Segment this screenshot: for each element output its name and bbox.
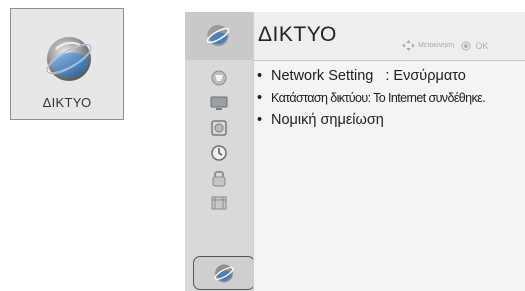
network-menu-panel: ΔΙΚΤΥΟ Μετακίνηση OK • Network Setting:… — [185, 12, 525, 291]
lock-icon — [212, 170, 226, 186]
screen: ΔΙΚΤΥΟ ΔΙΚΤΥΟ Μετακίνηση OK • Network Se… — [0, 0, 525, 291]
option-icon — [211, 196, 227, 209]
menu-item-legal-notice[interactable]: • Νομική σημείωση — [257, 112, 525, 134]
menu-content: ΔΙΚΤΥΟ Μετακίνηση OK • Network Setting:… — [253, 12, 525, 291]
picture-icon — [211, 70, 227, 85]
sidebar-item-time[interactable] — [185, 140, 253, 165]
legal-notice-label: Νομική σημείωση — [271, 112, 384, 128]
sidebar-item-network[interactable] — [193, 256, 255, 290]
menu-items: • Network Setting : Ενσύρματο • Κατάστασ… — [257, 68, 525, 134]
sidebar-item-audio[interactable] — [185, 115, 253, 140]
header-divider — [254, 60, 525, 61]
menu-item-network-setting[interactable]: • Network Setting : Ενσύρματο — [257, 68, 525, 90]
sidebar-item-picture[interactable] — [185, 65, 253, 90]
menu-sidebar — [185, 12, 255, 291]
sidebar-items — [185, 65, 253, 215]
sidebar-header — [185, 12, 253, 60]
menu-header: ΔΙΚΤΥΟ Μετακίνηση OK — [254, 12, 525, 60]
ok-hint-label: OK — [475, 40, 489, 51]
menu-item-network-status[interactable]: • Κατάσταση δικτύου: Το Internet συνδέθη… — [257, 90, 525, 112]
nav-hint: Μετακίνηση OK — [402, 40, 488, 51]
ok-button-icon — [461, 41, 471, 50]
screen-icon — [210, 96, 228, 110]
network-card-label: ΔΙΚΤΥΟ — [42, 95, 92, 110]
sidebar-item-lock[interactable] — [185, 165, 253, 190]
network-setting-value: : Ενσύρματο — [385, 68, 466, 84]
audio-icon — [211, 119, 227, 136]
bullet: • — [257, 90, 262, 106]
network-globe-icon — [42, 31, 96, 85]
network-header-icon — [205, 22, 231, 48]
move-hint-label: Μετακίνηση — [418, 42, 455, 49]
sidebar-item-screen[interactable] — [185, 90, 253, 115]
move-arrows-icon — [402, 40, 415, 51]
network-icon — [214, 264, 234, 283]
network-menu-card[interactable]: ΔΙΚΤΥΟ — [10, 8, 124, 120]
network-setting-label: Network Setting — [271, 68, 374, 84]
sidebar-item-option[interactable] — [185, 190, 253, 215]
bullet: • — [257, 112, 263, 128]
bullet: • — [257, 68, 263, 84]
network-status-label: Κατάσταση δικτύου: Το Internet συνδέθηκε… — [271, 91, 486, 105]
menu-title: ΔΙΚΤΥΟ — [258, 23, 337, 46]
time-icon — [211, 144, 227, 161]
